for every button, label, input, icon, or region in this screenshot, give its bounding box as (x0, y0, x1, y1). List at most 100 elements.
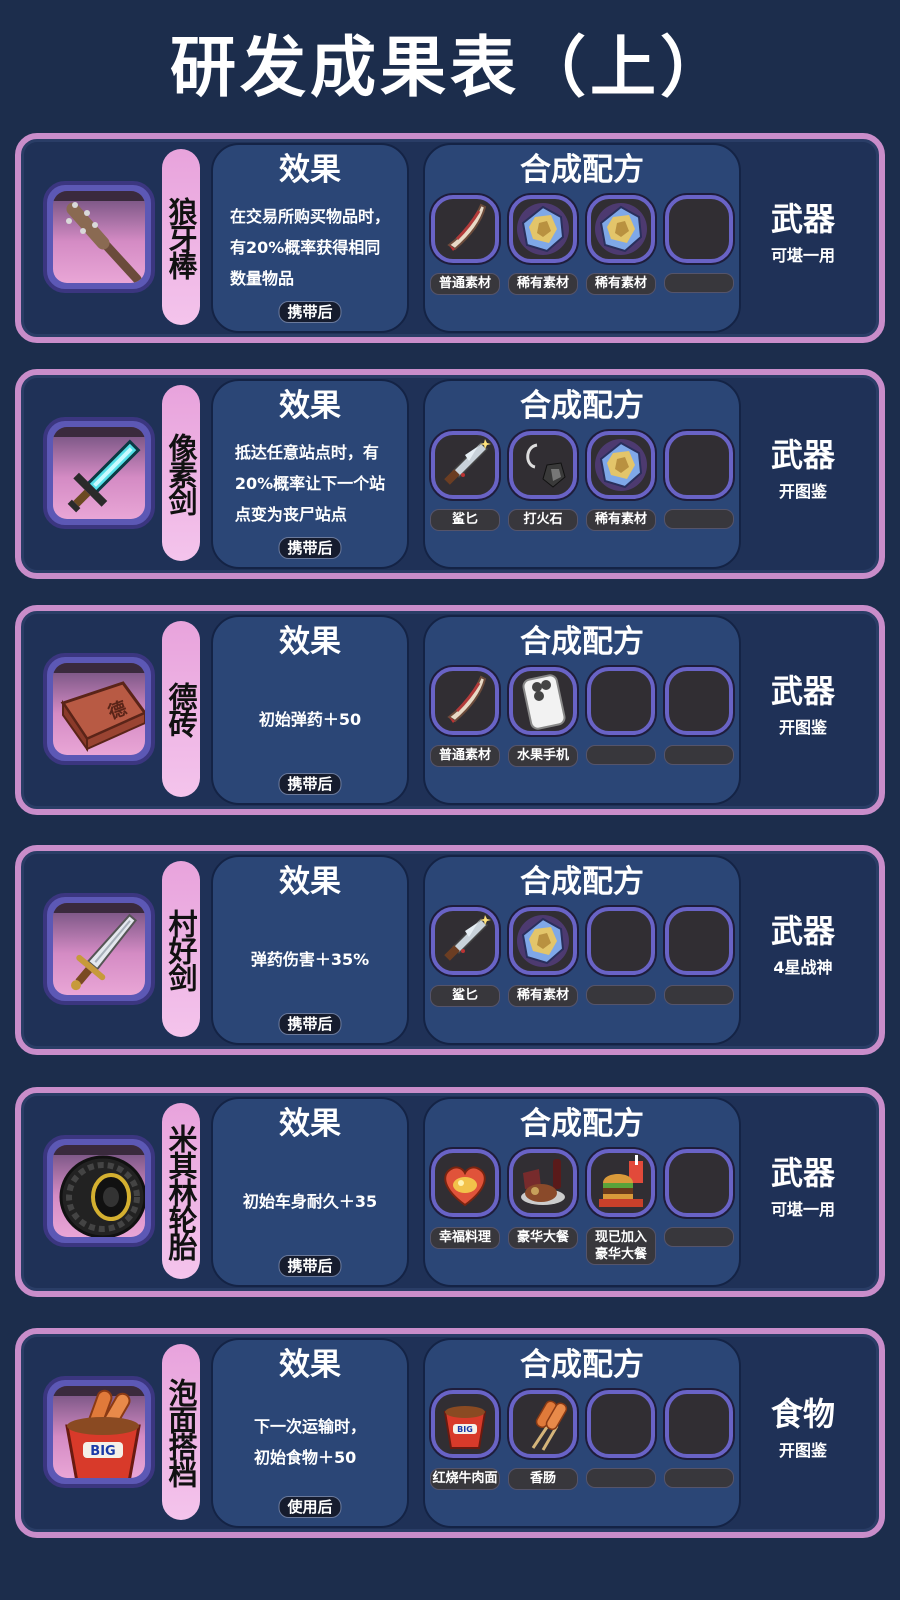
item-thumbnail (43, 1135, 155, 1247)
effect-line: 初始食物＋50 (253, 1448, 357, 1467)
recipe-panel: 合成配方幸福料理 豪华大餐 现已加入豪华大餐 (423, 1097, 741, 1287)
category-note: 4星战神 (773, 958, 833, 977)
recipe-slot-label: 普通素材 (430, 745, 500, 767)
category-name: 武器 (770, 200, 835, 238)
recipe-slot[interactable] (509, 667, 577, 735)
category-note: 可堪一用 (770, 1200, 835, 1219)
recipe-panel: 合成配方 鲨匕 稀有素材 (423, 855, 741, 1045)
recipe-slot-label: 现已加入豪华大餐 (586, 1227, 656, 1265)
page-title: 研发成果表（上） (170, 29, 730, 106)
item-name: 狼牙棒 (164, 196, 198, 278)
recipe-slot[interactable] (431, 1149, 499, 1217)
effect-heading: 效果 (279, 1106, 341, 1142)
category-note: 开图鉴 (778, 1441, 827, 1460)
item-name-pill: 泡面搭档 (162, 1344, 200, 1520)
recipe-slot[interactable]: BIG (431, 1390, 499, 1458)
recipe-slot-label (586, 1468, 656, 1488)
recipe-slot-label: 鲨匕 (430, 985, 500, 1007)
recipe-slot-label: 红烧牛肉面 (430, 1468, 500, 1490)
recipe-slot[interactable] (431, 431, 499, 499)
effect-description: 初始弹药＋50 (223, 669, 397, 769)
item-thumbnail (43, 417, 155, 529)
effect-line: 在交易所购买物品时， (229, 206, 390, 226)
svg-text:BIG: BIG (90, 1444, 115, 1459)
recipe-slot-label (664, 1468, 734, 1488)
recipe-slot-label: 幸福料理 (430, 1227, 500, 1249)
recipe-slot-label: 稀有素材 (586, 509, 656, 531)
recipe-slot-label: 香肠 (508, 1468, 578, 1490)
item-name: 米其林轮胎 (164, 1123, 198, 1259)
item-thumbnail: BIG (43, 1376, 155, 1488)
recipe-slot[interactable] (509, 431, 577, 499)
recipe-slot[interactable] (431, 667, 499, 735)
category-block: 食物 开图鉴 (749, 1394, 857, 1464)
recipe-panel: 合成配方 普通素材 水果手机 (423, 615, 741, 805)
item-thumbnail (43, 181, 155, 293)
effect-heading: 效果 (279, 1347, 341, 1383)
recipe-slot[interactable] (587, 431, 655, 499)
recipe-slot-label (664, 509, 734, 529)
recipe-slot[interactable] (665, 1149, 733, 1217)
item-name-pill: 米其林轮胎 (162, 1103, 200, 1279)
effect-line: 点变为丧尸站点 (234, 504, 347, 524)
recipe-panel: 合成配方 普通素材 稀有素材 稀有素材 (423, 143, 741, 333)
effect-line: 初始车身耐久＋35 (242, 1191, 378, 1211)
condition-badge: 携带后 (278, 773, 342, 795)
condition-badge: 携带后 (278, 1255, 342, 1277)
recipe-panel: 合成配方 鲨匕 打火石 稀有素材 (423, 379, 741, 569)
effect-panel: 效果初始车身耐久＋35 携带后 (211, 1097, 409, 1287)
recipe-slot[interactable] (587, 1390, 655, 1458)
recipe-slot[interactable] (665, 431, 733, 499)
recipe-slot[interactable] (431, 195, 499, 263)
recipe-slot[interactable] (665, 195, 733, 263)
recipe-slot[interactable] (509, 1390, 577, 1458)
recipe-slot-label (664, 745, 734, 765)
recipe-slot-label: 稀有素材 (508, 273, 578, 295)
recipe-slot-label: 豪华大餐 (508, 1227, 578, 1249)
item-thumbnail (43, 893, 155, 1005)
item-name-pill: 德砖 (162, 621, 200, 797)
item-card: 村好剑 效果 弹药伤害＋35% 携带后 合成配方 鲨匕 稀有素材 武器 4星战神 (15, 845, 885, 1055)
recipe-slot[interactable] (509, 1149, 577, 1217)
recipe-slot-label: 稀有素材 (586, 273, 656, 295)
condition-badge: 携带后 (278, 537, 342, 559)
effect-panel: 效果初始弹药＋50 携带后 (211, 615, 409, 805)
item-card: 狼牙棒 效果 在交易所购买物品时， 有20%概率获得相同 数量物品 携带后 合成配方 普通素材… (15, 133, 885, 343)
category-name: 食物 (770, 1395, 835, 1433)
recipe-slot[interactable] (587, 195, 655, 263)
recipe-slot[interactable] (587, 1149, 655, 1217)
recipe-slot[interactable] (665, 1390, 733, 1458)
category-block: 武器 4星战神 (749, 911, 857, 981)
effect-line: 数量物品 (229, 268, 294, 288)
item-name: 德砖 (164, 682, 198, 736)
item-card: BIG 泡面搭档 效果 下一次运输时， 初始食物＋50 使用后 合成配方 BIG 红烧牛肉面 香肠… (15, 1328, 885, 1538)
condition-badge: 使用后 (278, 1496, 342, 1518)
item-name-pill: 村好剑 (162, 861, 200, 1037)
effect-heading: 效果 (279, 624, 341, 660)
category-note: 可堪一用 (770, 246, 835, 265)
category-block: 武器 开图鉴 (749, 671, 857, 741)
recipe-slot[interactable] (509, 907, 577, 975)
effect-description: 弹药伤害＋35% (223, 909, 397, 1009)
item-card: 德德砖 效果 初始弹药＋50 携带后 合成配方 普通素材 水果手机 武器 开图鉴 (15, 605, 885, 815)
condition-badge: 携带后 (278, 1013, 342, 1035)
recipe-slot[interactable] (431, 907, 499, 975)
effect-line: 初始弹药＋50 (258, 709, 362, 729)
recipe-slot[interactable] (665, 907, 733, 975)
item-name: 村好剑 (164, 908, 198, 990)
category-name: 武器 (770, 436, 835, 474)
effect-description: 下一次运输时， 初始食物＋50 (223, 1392, 397, 1492)
recipe-slot-label (664, 1227, 734, 1247)
recipe-slot[interactable] (587, 907, 655, 975)
recipe-slot[interactable] (509, 195, 577, 263)
recipe-heading: 合成配方 (520, 864, 644, 900)
effect-line: 抵达任意站点时，有 (234, 442, 379, 462)
category-block: 武器 开图鉴 (749, 435, 857, 505)
recipe-heading: 合成配方 (520, 1106, 644, 1142)
recipe-slot[interactable] (665, 667, 733, 735)
category-note: 开图鉴 (778, 482, 827, 501)
recipe-slot[interactable] (587, 667, 655, 735)
effect-panel: 效果 抵达任意站点时，有 20%概率让下一个站 点变为丧尸站点 携带后 (211, 379, 409, 569)
recipe-heading: 合成配方 (520, 152, 644, 188)
item-name-pill: 狼牙棒 (162, 149, 200, 325)
